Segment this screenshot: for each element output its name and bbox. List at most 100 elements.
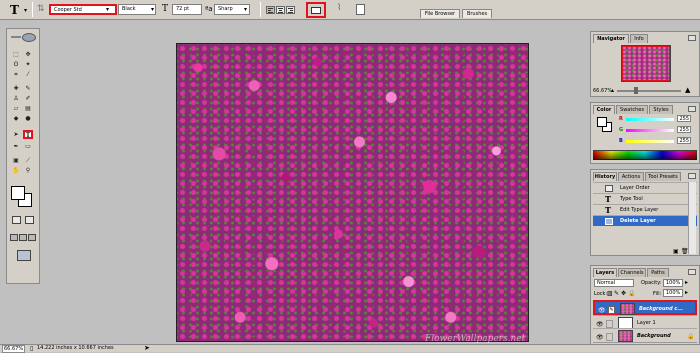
eye-icon[interactable]: 👁: [596, 334, 604, 341]
zoom-tool-icon[interactable]: ⚲: [24, 167, 32, 174]
clone-stamp-tool-icon[interactable]: ♙: [12, 95, 20, 102]
tab-navigator[interactable]: Navigator: [593, 34, 629, 43]
palettes-toggle-button[interactable]: [356, 4, 365, 15]
eyedropper-tool-icon[interactable]: ⟋: [24, 157, 32, 164]
marquee-tool-icon[interactable]: ⬚: [12, 51, 20, 58]
opacity-field[interactable]: 100%: [663, 279, 683, 287]
layer-name[interactable]: Background: [637, 333, 671, 339]
navigator-zoom-value[interactable]: 66.67%: [593, 88, 612, 94]
slice-tool-icon[interactable]: ⁄: [24, 71, 32, 78]
layer-name[interactable]: Background c...: [639, 306, 683, 312]
tab-paths[interactable]: Paths: [647, 268, 669, 277]
layer-name[interactable]: Layer 1: [637, 320, 656, 326]
link-icon[interactable]: [606, 320, 613, 328]
green-channel-value[interactable]: 255: [677, 126, 691, 133]
type-tool-icon[interactable]: T: [10, 3, 19, 17]
eye-icon[interactable]: 👁: [598, 307, 606, 314]
red-channel-value[interactable]: 255: [677, 115, 691, 122]
text-orientation-icon[interactable]: ⇅: [37, 4, 45, 14]
tab-file-browser[interactable]: File Browser: [420, 9, 460, 18]
quick-mask-mode-button[interactable]: [25, 216, 34, 224]
gradient-tool-icon[interactable]: ▤: [24, 105, 32, 112]
lock-transparency-icon[interactable]: ▨: [607, 290, 613, 297]
green-channel-slider[interactable]: [626, 129, 674, 132]
magic-wand-tool-icon[interactable]: ✦: [24, 61, 32, 68]
panel-menu-button[interactable]: [688, 269, 696, 275]
tab-info[interactable]: Info: [630, 34, 648, 43]
new-snapshot-icon[interactable]: ▣: [673, 248, 679, 255]
eraser-tool-icon[interactable]: ▱: [12, 105, 20, 112]
tab-channels[interactable]: Channels: [618, 268, 646, 277]
history-item[interactable]: Layer Order: [593, 182, 697, 193]
fill-arrow-icon[interactable]: ▸: [685, 289, 688, 296]
eye-icon[interactable]: 👁: [596, 321, 604, 328]
blend-mode-select[interactable]: Normal: [594, 279, 634, 287]
hand-tool-icon[interactable]: ✋: [12, 167, 20, 174]
fill-field[interactable]: 100%: [663, 289, 683, 297]
jump-to-imageready-button[interactable]: [17, 250, 31, 261]
tab-color[interactable]: Color: [593, 105, 615, 114]
zoom-slider-handle[interactable]: [634, 87, 638, 94]
navigator-view-box[interactable]: [622, 46, 670, 81]
text-color-swatch[interactable]: [306, 2, 326, 18]
tab-layers[interactable]: Layers: [593, 268, 617, 277]
pen-tool-icon[interactable]: ✒: [12, 143, 20, 150]
align-right-button[interactable]: [286, 6, 295, 14]
color-foreground-swatch[interactable]: [597, 117, 607, 127]
crop-tool-icon[interactable]: ⌗: [12, 71, 20, 78]
blur-tool-icon[interactable]: ◆: [12, 115, 20, 122]
toolbox-header[interactable]: [7, 29, 39, 45]
zoom-in-icon[interactable]: ▲: [685, 86, 690, 94]
panel-menu-button[interactable]: [688, 173, 696, 179]
notes-tool-icon[interactable]: ▣: [12, 157, 20, 164]
chevron-down-icon[interactable]: ▾: [151, 6, 154, 13]
history-item-selected[interactable]: Delete Layer: [593, 215, 697, 226]
history-scrollbar[interactable]: [688, 182, 696, 254]
type-tool-button[interactable]: T: [23, 130, 33, 139]
history-item[interactable]: T Edit Type Layer: [593, 204, 697, 215]
blue-channel-slider[interactable]: [626, 140, 674, 143]
panel-menu-button[interactable]: [688, 106, 696, 112]
foreground-color-swatch[interactable]: [11, 186, 25, 200]
full-screen-mode-button[interactable]: [28, 234, 36, 241]
tool-preset-dropdown-icon[interactable]: ▾: [24, 7, 27, 14]
history-item[interactable]: T Type Tool: [593, 193, 697, 204]
standard-mode-button[interactable]: [12, 216, 21, 224]
blue-channel-value[interactable]: 255: [677, 137, 691, 144]
align-center-button[interactable]: [276, 6, 285, 14]
zoom-slider[interactable]: [617, 90, 681, 92]
align-left-button[interactable]: [266, 6, 275, 14]
document-canvas[interactable]: FlowerWallpapers.net: [176, 43, 529, 344]
brush-tool-icon[interactable]: ✎: [24, 85, 32, 92]
tab-tool-presets[interactable]: Tool Presets: [645, 172, 681, 181]
move-tool-icon[interactable]: ✥: [24, 51, 32, 58]
trash-icon[interactable]: 🗑: [681, 248, 689, 255]
tab-brushes[interactable]: Brushes: [462, 9, 492, 18]
zoom-out-icon[interactable]: ▴: [611, 87, 614, 94]
lock-all-icon[interactable]: 🔒: [628, 290, 635, 297]
path-selection-tool-icon[interactable]: ➤: [12, 131, 20, 138]
opacity-arrow-icon[interactable]: ▸: [685, 279, 688, 286]
tab-styles[interactable]: Styles: [649, 105, 673, 114]
chevron-down-icon[interactable]: ▾: [106, 6, 109, 13]
font-size-select[interactable]: 72 pt: [172, 4, 202, 15]
full-screen-menu-mode-button[interactable]: [19, 234, 27, 241]
chevron-down-icon[interactable]: ▾: [244, 6, 247, 13]
healing-brush-tool-icon[interactable]: ✚: [12, 85, 20, 92]
tab-history[interactable]: History: [593, 172, 617, 181]
lock-position-icon[interactable]: ✥: [621, 290, 626, 297]
panel-menu-button[interactable]: [688, 35, 696, 41]
shape-tool-icon[interactable]: ▭: [24, 143, 32, 150]
warp-text-icon[interactable]: ⌇: [337, 3, 341, 13]
history-brush-tool-icon[interactable]: ✐: [24, 95, 32, 102]
layer-row-selected[interactable]: 👁 ✎ Background c...: [593, 300, 697, 315]
red-channel-slider[interactable]: [626, 118, 674, 121]
lock-pixels-icon[interactable]: ✎: [614, 290, 619, 297]
tab-swatches[interactable]: Swatches: [616, 105, 648, 114]
link-icon[interactable]: [606, 333, 613, 341]
layer-row[interactable]: 👁 Background 🔒: [593, 328, 697, 343]
standard-screen-mode-button[interactable]: [10, 234, 18, 241]
tab-actions[interactable]: Actions: [618, 172, 644, 181]
lasso-tool-icon[interactable]: ʘ: [12, 61, 20, 68]
dodge-tool-icon[interactable]: ●: [24, 115, 32, 122]
